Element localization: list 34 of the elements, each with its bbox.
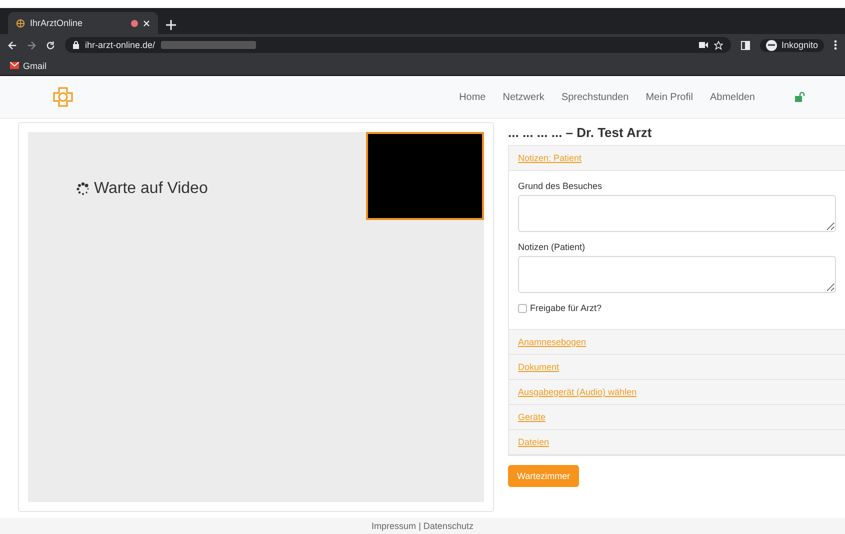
field-label: Notizen (Patient) (518, 242, 586, 252)
video-status: Warte auf Video (94, 180, 208, 198)
footer-link[interactable]: Datenschutz (423, 521, 474, 531)
menu-icon[interactable] (834, 40, 837, 50)
profile-button[interactable]: Inkognito (760, 38, 824, 52)
close-icon[interactable] (143, 20, 150, 26)
nav-link[interactable]: Home (459, 92, 486, 102)
url-text: ihr-arzt-online.de/ (85, 40, 156, 50)
forward-icon[interactable] (27, 40, 36, 50)
nav-link[interactable]: Sprechstunden (561, 92, 629, 102)
new-tab-icon[interactable] (166, 20, 176, 30)
nav-link[interactable]: Netzwerk (502, 92, 544, 102)
nav-link[interactable]: Abmelden (710, 92, 755, 102)
spinner-icon (76, 182, 90, 196)
panel-title: ... ... ... ... – Dr. Test Arzt (508, 125, 653, 140)
recording-icon (131, 20, 138, 26)
field-label: Grund des Besuches (518, 181, 604, 191)
back-icon[interactable] (8, 40, 17, 50)
star-icon[interactable] (714, 40, 724, 50)
lock-icon (73, 41, 79, 49)
checkbox[interactable] (518, 304, 527, 312)
address-bar[interactable]: ihr-arzt-online.de/ (65, 37, 732, 53)
bookmark[interactable]: Gmail (23, 60, 47, 70)
nav-link[interactable]: Mein Profil (646, 92, 693, 102)
mail-icon (10, 62, 19, 69)
separator-text: | (418, 521, 421, 531)
reload-icon[interactable] (46, 40, 55, 50)
camera-icon[interactable] (699, 42, 708, 48)
unlock-icon[interactable] (795, 92, 805, 102)
footer-link[interactable]: Impressum (372, 521, 416, 531)
side-panel-icon[interactable] (741, 40, 750, 50)
checkbox-label: Freigabe für Arzt? (530, 303, 602, 313)
browser-tab[interactable]: IhrArztOnline (8, 12, 158, 34)
globe-icon (16, 18, 25, 28)
